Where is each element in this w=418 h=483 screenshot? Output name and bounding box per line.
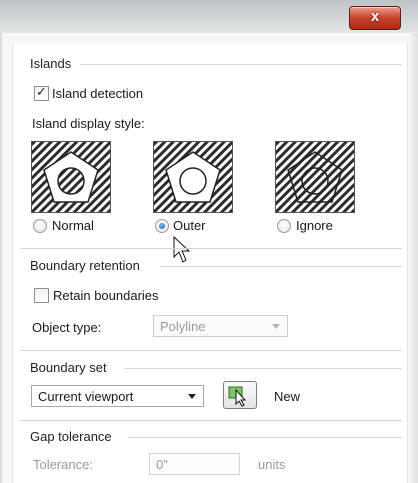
islands-header-line — [80, 64, 402, 65]
radio-ignore[interactable] — [277, 219, 291, 233]
boundary-set-header: Boundary set — [30, 360, 107, 375]
islands-header: Islands — [30, 56, 72, 71]
chevron-down-icon — [188, 394, 196, 399]
radio-outer[interactable] — [155, 219, 169, 233]
island-detection-checkbox[interactable]: ✓ — [34, 84, 49, 101]
boundary-retention-header-line — [160, 266, 402, 267]
section-divider — [20, 350, 402, 351]
close-button[interactable]: x — [349, 6, 401, 30]
new-boundary-set-button[interactable] — [223, 381, 257, 409]
radio-normal[interactable] — [33, 219, 47, 233]
new-label: New — [274, 389, 301, 404]
object-type-label: Object type: — [32, 320, 102, 335]
gap-tolerance-header: Gap tolerance — [30, 429, 112, 444]
tolerance-label: Tolerance: — [33, 457, 93, 472]
radio-selected-dot — [159, 223, 165, 229]
section-divider — [20, 248, 402, 249]
chevron-down-icon — [272, 324, 280, 329]
mouse-cursor-icon — [173, 236, 191, 263]
radio-normal-label: Normal — [52, 218, 94, 233]
island-normal-preview-icon[interactable] — [31, 141, 111, 213]
window-left-edge — [0, 33, 2, 483]
close-icon: x — [370, 8, 380, 25]
units-label: units — [258, 457, 286, 472]
object-type-value: Polyline — [160, 319, 206, 334]
retain-boundaries-checkbox[interactable] — [34, 288, 49, 303]
boundary-retention-header: Boundary retention — [30, 258, 140, 273]
tolerance-value: 0" — [156, 457, 168, 472]
island-detection-label: Island detection — [52, 86, 144, 101]
section-divider — [20, 420, 402, 421]
tolerance-input[interactable]: 0" — [149, 453, 240, 475]
gap-tolerance-header-line — [128, 437, 402, 438]
window-right-edge — [410, 33, 418, 483]
radio-ignore-label: Ignore — [296, 218, 333, 233]
radio-outer-label: Outer — [173, 218, 206, 233]
retain-boundaries-label: Retain boundaries — [53, 288, 159, 303]
boundary-set-value: Current viewport — [38, 389, 134, 404]
boundary-set-header-line — [124, 368, 402, 369]
island-ignore-preview-icon[interactable] — [275, 141, 355, 213]
select-objects-icon — [228, 386, 247, 407]
checkmark-icon: ✓ — [36, 84, 47, 99]
island-display-style-label: Island display style: — [32, 116, 145, 131]
island-outer-preview-icon[interactable] — [153, 141, 233, 213]
boundary-set-dropdown[interactable]: Current viewport — [31, 385, 204, 407]
object-type-dropdown[interactable]: Polyline — [153, 315, 288, 337]
